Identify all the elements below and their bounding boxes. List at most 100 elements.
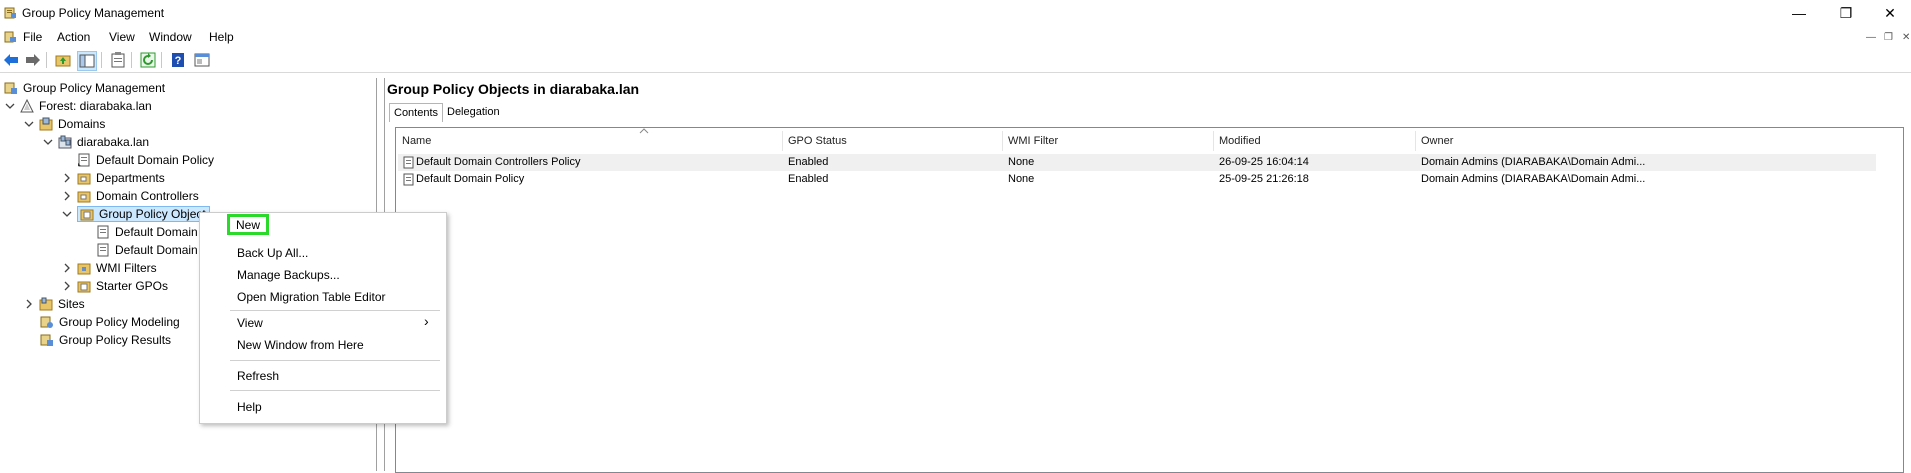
title-bar: Group Policy Management — ❐ ✕ [0, 0, 1911, 27]
gpo-icon [403, 173, 414, 186]
minimize-button[interactable]: — [1779, 2, 1819, 24]
chevron-right-icon[interactable] [23, 298, 35, 310]
forward-button[interactable] [24, 51, 42, 69]
ou-folder-icon [77, 173, 91, 185]
forward-arrow-icon [26, 54, 40, 66]
column-divider[interactable] [782, 131, 783, 151]
domain-icon [58, 135, 72, 149]
column-header-wmi-filter[interactable]: WMI Filter [1008, 132, 1058, 150]
mdi-restore-button[interactable]: ❐ [1884, 32, 1893, 43]
tree-item-sites[interactable]: Sites [23, 295, 85, 313]
tree-label-wmi-filters: WMI Filters [96, 261, 157, 275]
cell-wmi-filter: None [1008, 173, 1035, 185]
details-pane: Group Policy Objects in diarabaka.lan Co… [385, 78, 1911, 473]
cell-modified: 25-09-25 21:26:18 [1219, 173, 1309, 185]
tree-item-forest[interactable]: Forest: diarabaka.lan [4, 97, 152, 115]
tab-contents[interactable]: Contents [389, 103, 444, 122]
table-row[interactable]: Default Domain Policy Enabled None 25-09… [398, 171, 1876, 188]
gpm-console-icon [4, 82, 17, 94]
context-migration-table-editor[interactable]: Open Migration Table Editor [237, 290, 386, 304]
submenu-chevron-icon: › [424, 313, 429, 329]
toolbar-separator [131, 52, 132, 68]
back-arrow-icon [4, 54, 18, 66]
tree-item-starter-gpos[interactable]: Starter GPOs [61, 277, 168, 295]
tree-item-group-policy-objects[interactable]: Group Policy Objects [61, 205, 210, 223]
context-new[interactable]: New [227, 214, 269, 235]
chevron-right-icon[interactable] [61, 172, 73, 184]
cell-owner: Domain Admins (DIARABAKA\Domain Admi... [1421, 173, 1646, 185]
tree-item-root[interactable]: Group Policy Management [4, 79, 165, 97]
tree-item-results[interactable]: Group Policy Results [40, 331, 171, 349]
tree-item-wmi-filters[interactable]: WMI Filters [61, 259, 157, 277]
menu-help[interactable]: Help [209, 30, 234, 44]
column-divider[interactable] [1213, 131, 1214, 151]
mdi-minimize-button[interactable]: — [1866, 32, 1876, 43]
gpo-link-icon [78, 153, 90, 167]
chevron-down-icon[interactable] [23, 118, 35, 130]
results-icon [40, 334, 53, 346]
context-new-window[interactable]: New Window from Here [237, 338, 364, 352]
tab-delegation[interactable]: Delegation [443, 103, 504, 121]
gpo-folder-icon [80, 209, 94, 221]
console-view-button[interactable] [193, 51, 211, 69]
table-row[interactable]: Default Domain Controllers Policy Enable… [398, 154, 1876, 171]
menu-separator [230, 360, 440, 361]
help-icon: ? [172, 53, 184, 67]
tree-item-domain[interactable]: diarabaka.lan [42, 133, 149, 151]
console-icon [194, 53, 210, 67]
tree-label-modeling: Group Policy Modeling [59, 315, 180, 329]
cell-wmi-filter: None [1008, 156, 1035, 168]
tree-label-root: Group Policy Management [23, 81, 166, 95]
cell-gpo-status: Enabled [788, 156, 829, 168]
tree-item-gpo-child-2[interactable]: Default Domain [96, 241, 198, 259]
context-view[interactable]: View [237, 316, 263, 330]
tree-item-domains[interactable]: Domains [23, 115, 105, 133]
menu-window[interactable]: Window [149, 30, 192, 44]
column-header-name[interactable]: Name [402, 132, 431, 150]
column-header-gpo-status[interactable]: GPO Status [788, 132, 847, 150]
column-divider[interactable] [1415, 131, 1416, 151]
tree-item-domain-controllers[interactable]: Domain Controllers [61, 187, 199, 205]
help-button[interactable]: ? [169, 51, 187, 69]
chevron-down-icon[interactable] [61, 208, 73, 220]
show-hide-tree-button[interactable] [77, 51, 97, 71]
tree-item-departments[interactable]: Departments [61, 169, 165, 187]
cell-owner: Domain Admins (DIARABAKA\Domain Admi... [1421, 156, 1646, 168]
up-folder-icon [55, 55, 71, 67]
tree-item-default-domain-policy[interactable]: Default Domain Policy [77, 151, 214, 169]
refresh-button[interactable] [139, 51, 157, 69]
context-manage-backups[interactable]: Manage Backups... [237, 268, 340, 282]
column-header-modified[interactable]: Modified [1219, 132, 1261, 150]
back-button[interactable] [2, 51, 20, 69]
menu-view[interactable]: View [109, 30, 135, 44]
chevron-right-icon[interactable] [61, 280, 73, 292]
context-refresh[interactable]: Refresh [237, 369, 279, 383]
chevron-right-icon[interactable] [61, 262, 73, 274]
tree-item-modeling[interactable]: Group Policy Modeling [40, 313, 180, 331]
export-list-button[interactable] [109, 51, 127, 69]
context-back-up-all[interactable]: Back Up All... [237, 246, 308, 260]
gpo-list: Name GPO Status WMI Filter Modified Owne… [395, 127, 1904, 473]
tree-selection: Group Policy Objects [77, 206, 210, 222]
chevron-down-icon[interactable] [4, 100, 16, 112]
tree-item-gpo-child-1[interactable]: Default Domain [96, 223, 198, 241]
menu-file[interactable]: File [23, 30, 42, 44]
column-header-owner[interactable]: Owner [1421, 132, 1453, 150]
mdi-document-icon[interactable] [4, 30, 17, 43]
window-title: Group Policy Management [22, 6, 165, 20]
column-divider[interactable] [1002, 131, 1003, 151]
close-button[interactable]: ✕ [1870, 2, 1910, 24]
menu-action[interactable]: Action [57, 30, 90, 44]
toolbar-separator [46, 52, 47, 68]
mdi-close-button[interactable]: ✕ [1902, 32, 1910, 43]
tree-label-group-policy-objects: Group Policy Objects [99, 207, 207, 221]
forest-icon [20, 99, 34, 113]
gpm-app-icon [4, 7, 16, 19]
restore-button[interactable]: ❐ [1826, 2, 1866, 24]
chevron-right-icon[interactable] [61, 190, 73, 202]
context-help[interactable]: Help [237, 400, 262, 414]
up-one-level-button[interactable] [54, 51, 72, 69]
domains-folder-icon [39, 117, 53, 131]
cell-name: Default Domain Controllers Policy [416, 156, 581, 168]
chevron-down-icon[interactable] [42, 136, 54, 148]
